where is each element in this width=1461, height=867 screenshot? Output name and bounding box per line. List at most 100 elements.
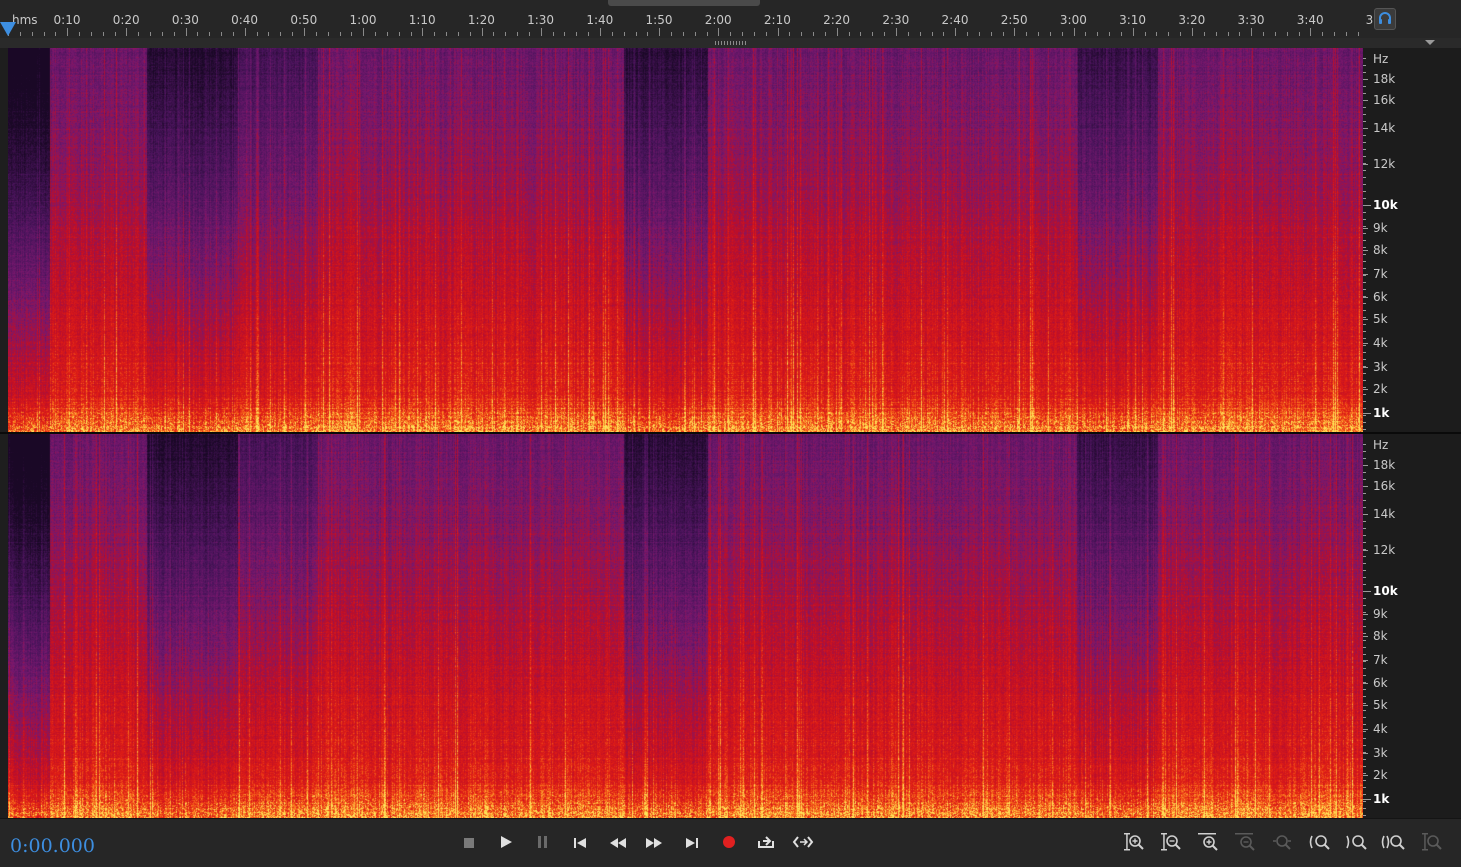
record-icon [722, 834, 736, 853]
frequency-label: 12k [1373, 157, 1396, 171]
timeline-tick [327, 32, 329, 36]
panel-splitter[interactable] [0, 38, 1461, 48]
timeline-tick [339, 32, 341, 36]
frequency-tick [1363, 250, 1368, 251]
frequency-minor-tick [1363, 128, 1366, 129]
timeline-tick [600, 28, 601, 36]
timeline-tick [1120, 32, 1122, 36]
frequency-minor-tick [1363, 233, 1366, 234]
headphones-icon [1378, 10, 1392, 29]
zoom-out-amplitude-button[interactable] [1157, 833, 1185, 855]
timeline-tick [1239, 32, 1241, 36]
frequency-minor-tick [1363, 486, 1366, 487]
go-to-end-button[interactable] [680, 833, 704, 853]
play-button[interactable] [494, 833, 518, 853]
frequency-minor-tick [1363, 640, 1366, 641]
frequency-minor-tick [1363, 731, 1366, 732]
zoom-in-point-button[interactable] [1342, 833, 1370, 855]
timeline-label: 3:30 [1237, 13, 1265, 27]
go-to-start-button[interactable] [568, 833, 592, 853]
zoom-out-time-icon [1234, 832, 1256, 856]
frequency-minor-tick [1363, 815, 1366, 816]
timeline-label: 1:50 [645, 13, 673, 27]
zoom-in-time-button[interactable] [1194, 833, 1222, 855]
playhead-marker[interactable] [0, 22, 16, 36]
frequency-tick [1363, 319, 1368, 320]
timeline-tick [268, 32, 270, 36]
spectrogram-canvas-right[interactable] [8, 434, 1363, 818]
spectrogram-channel-left[interactable] [8, 48, 1363, 432]
frequency-tick [1363, 228, 1368, 229]
frequency-label: 10k [1373, 198, 1398, 212]
frequency-label: 1k [1373, 792, 1390, 806]
zoom-reset-button[interactable] [1418, 833, 1446, 855]
timeline-tick [588, 32, 590, 36]
spectrogram-channel-right[interactable] [8, 434, 1363, 818]
frequency-tick [1363, 614, 1368, 615]
rewind-button[interactable] [606, 833, 630, 853]
timeline-tick [730, 32, 732, 36]
timeline-tick [1014, 28, 1016, 36]
record-button[interactable] [717, 833, 741, 853]
panel-resize-handle[interactable] [608, 0, 760, 6]
fast-forward-button[interactable] [642, 833, 666, 853]
frequency-minor-tick [1363, 521, 1366, 522]
stop-button[interactable] [457, 833, 481, 853]
timeline-tick [1049, 32, 1051, 36]
zoom-out-time-button[interactable] [1231, 833, 1259, 855]
frequency-minor-tick [1363, 647, 1366, 648]
collapse-arrow-icon[interactable] [1425, 40, 1435, 45]
frequency-minor-tick [1363, 100, 1366, 101]
splitter-grip[interactable] [715, 41, 747, 45]
timeline-tick [706, 32, 708, 36]
zoom-in-amplitude-button[interactable] [1120, 833, 1148, 855]
timeline-tick [67, 28, 69, 36]
timeline-tick [1310, 28, 1312, 36]
frequency-minor-tick [1363, 626, 1366, 627]
frequency-minor-tick [1363, 619, 1366, 620]
frequency-tick [1363, 705, 1368, 706]
timeline-tick [884, 32, 886, 36]
frequency-minor-tick [1363, 444, 1366, 445]
frequency-minor-tick [1363, 654, 1366, 655]
timeline-label: 3:20 [1178, 13, 1206, 27]
frequency-minor-tick [1363, 226, 1366, 227]
timeline-tick [694, 32, 696, 36]
frequency-unit-label: Hz [1373, 52, 1389, 66]
timeline-tick [481, 28, 483, 36]
frequency-minor-tick [1363, 282, 1366, 283]
loop-button[interactable] [754, 833, 778, 853]
skip-start-icon [573, 834, 587, 853]
frequency-tick [1363, 550, 1368, 551]
timeline-tick [43, 32, 45, 36]
timeline-tick [1026, 32, 1028, 36]
zoom-out-full-left-button[interactable] [1305, 833, 1333, 855]
timeline-tick [789, 32, 791, 36]
frequency-minor-tick [1363, 514, 1366, 515]
pause-button[interactable] [531, 833, 555, 853]
frequency-minor-tick [1363, 317, 1366, 318]
frequency-minor-tick [1363, 591, 1366, 592]
frequency-minor-tick [1363, 114, 1366, 115]
frequency-minor-tick [1363, 717, 1366, 718]
frequency-minor-tick [1363, 135, 1366, 136]
frequency-minor-tick [1363, 451, 1366, 452]
frequency-tick [1363, 389, 1368, 390]
timeline-tick [813, 32, 815, 36]
spectrogram-canvas-left[interactable] [8, 48, 1363, 432]
timeline-tick [931, 32, 933, 36]
timeline-tick [564, 32, 566, 36]
zoom-out-point-button[interactable] [1379, 833, 1407, 855]
zoom-to-selection-button[interactable] [1268, 833, 1296, 855]
frequency-label: 7k [1373, 653, 1388, 667]
frequency-minor-tick [1363, 752, 1366, 753]
frequency-minor-tick [1363, 808, 1366, 809]
timeline-ruler[interactable]: hms 0:10 0:20 0:30 0:40 0:50 1:00 1:10 1:20 1:30… [0, 0, 1461, 39]
timeline-tick [1227, 32, 1229, 36]
stop-icon [463, 834, 475, 853]
timeline-tick [1132, 28, 1134, 36]
skip-selection-button[interactable] [791, 833, 815, 853]
frequency-minor-tick [1363, 198, 1366, 199]
frequency-minor-tick [1363, 465, 1366, 466]
monitor-button[interactable] [1374, 8, 1396, 30]
